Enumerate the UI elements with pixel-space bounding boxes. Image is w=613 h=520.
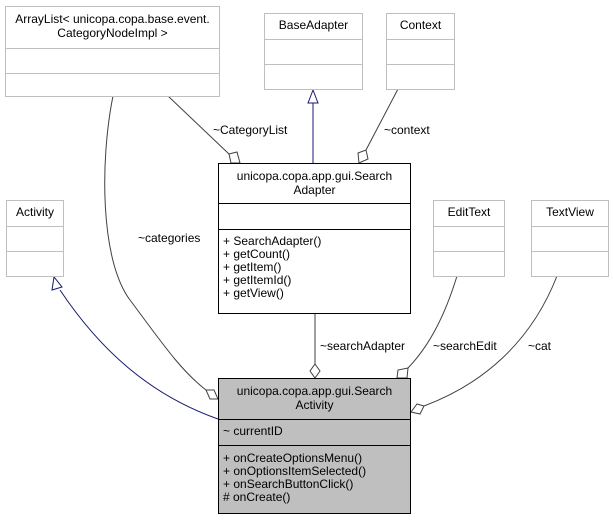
class-title-textview: TextView <box>546 205 594 219</box>
class-title-line1: ArrayList< unicopa.copa.base.event. <box>15 12 210 26</box>
association-edge-searchedit <box>407 275 458 369</box>
association-edge-context <box>365 88 399 151</box>
edge-label-cat: ~cat <box>528 339 552 353</box>
class-box-searchactivity[interactable]: unicopa.copa.app.gui.Search Activity ~ c… <box>218 378 411 514</box>
inheritance-edge-searchactivity-activity <box>59 289 219 420</box>
class-title-searchactivity: unicopa.copa.app.gui.Search Activity <box>219 379 410 419</box>
aggregation-diamond-categories <box>205 389 219 400</box>
edge-label-context: ~context <box>384 123 430 137</box>
method-item: + getView() <box>223 286 284 300</box>
class-box-edittext[interactable]: EditText <box>433 200 505 277</box>
aggregation-diamond-searchedit <box>396 367 409 379</box>
attributes-compartment <box>532 226 608 251</box>
aggregation-diamond-searchadapter <box>309 363 321 379</box>
class-box-searchadapter[interactable]: unicopa.copa.app.gui.Search Adapter + Se… <box>218 163 411 314</box>
class-box-context[interactable]: Context <box>386 13 455 90</box>
class-title-line2: Adapter <box>293 183 336 197</box>
class-box-textview[interactable]: TextView <box>531 200 609 277</box>
class-box-baseadapter[interactable]: BaseAdapter <box>264 13 363 90</box>
edge-label-categories: ~categories <box>138 231 201 245</box>
attributes-compartment <box>219 203 410 229</box>
methods-compartment <box>387 64 454 89</box>
class-title-searchadapter: unicopa.copa.app.gui.Search Adapter <box>219 164 410 203</box>
class-title-line2: Activity <box>295 398 334 412</box>
class-title-arraylist: ArrayList< unicopa.copa.base.event. Cate… <box>6 7 219 48</box>
class-title-line2: CategoryNodeImpl > <box>57 26 168 40</box>
aggregation-diamond-cat <box>410 403 425 415</box>
class-title-edittext: EditText <box>447 205 491 219</box>
class-title-baseadapter: BaseAdapter <box>278 18 349 32</box>
class-box-activity[interactable]: Activity <box>6 200 64 277</box>
attributes-compartment <box>265 39 362 64</box>
class-title-context: Context <box>399 18 442 32</box>
methods-compartment <box>6 73 219 98</box>
inheritance-arrowhead-activity <box>51 275 63 291</box>
edge-label-searchadapter: ~searchAdapter <box>320 339 406 353</box>
methods-compartment <box>265 64 362 89</box>
attributes-compartment <box>387 39 454 64</box>
aggregation-diamond-categorylist <box>228 151 241 164</box>
attributes-compartment <box>7 226 63 251</box>
edge-label-searchedit: ~searchEdit <box>433 339 497 353</box>
methods-compartment <box>434 251 504 276</box>
methods-compartment: + SearchAdapter() + getCount() + getItem… <box>219 229 410 313</box>
inheritance-arrowhead-baseadapter <box>307 88 319 104</box>
aggregation-diamond-context <box>357 149 369 164</box>
attributes-compartment: ~ currentID <box>219 419 410 445</box>
class-title-activity: Activity <box>15 205 54 219</box>
class-title-line1: unicopa.copa.app.gui.Search <box>236 384 393 398</box>
methods-compartment <box>7 251 63 276</box>
edge-label-categorylist: ~CategoryList <box>213 123 288 137</box>
class-title-line1: unicopa.copa.app.gui.Search <box>236 169 393 183</box>
method-item: # onCreate() <box>223 490 291 504</box>
attribute-item: ~ currentID <box>223 424 283 438</box>
class-box-arraylist[interactable]: ArrayList< unicopa.copa.base.event. Cate… <box>5 6 220 97</box>
methods-compartment <box>532 251 608 276</box>
attributes-compartment <box>434 226 504 251</box>
attributes-compartment <box>6 48 219 73</box>
methods-compartment: + onCreateOptionsMenu() + onOptionsItemS… <box>219 445 410 513</box>
